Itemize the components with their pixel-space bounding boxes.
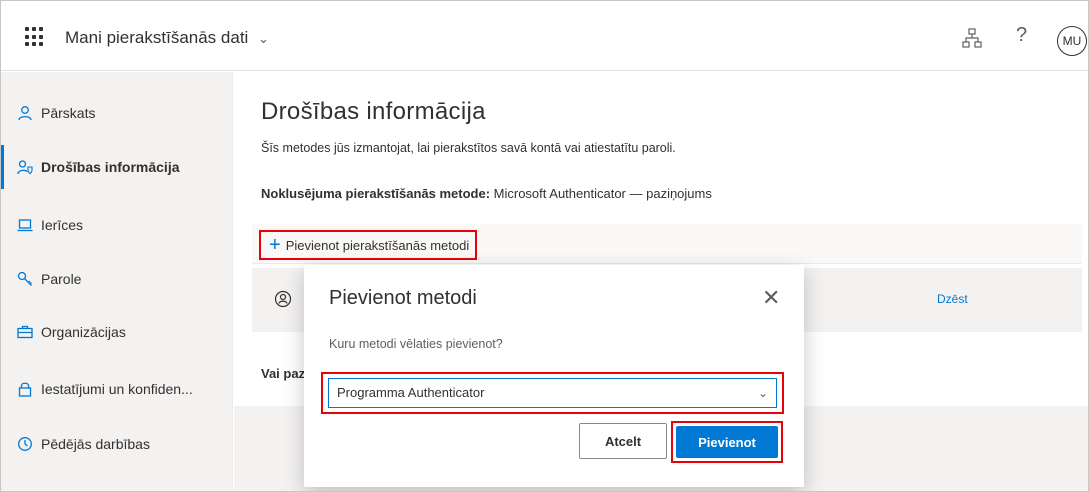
sidebar-item-security-info[interactable]: Drošības informācija <box>1 145 233 189</box>
app-launcher-icon[interactable] <box>25 27 45 47</box>
sidebar-item-organizations[interactable]: Organizācijas <box>1 310 233 354</box>
avatar[interactable]: MU <box>1057 26 1087 56</box>
sidebar-item-label: Parole <box>41 271 82 287</box>
add-method-row: + Pievienot pierakstīšanās metodi <box>252 224 1082 264</box>
add-method-button[interactable]: + Pievienot pierakstīšanās metodi <box>259 230 478 260</box>
sidebar-item-label: Iestatījumi un konfiden... <box>41 381 193 397</box>
delete-link[interactable]: Dzēst <box>937 292 968 306</box>
sidebar-item-label: Drošības informācija <box>41 159 180 175</box>
method-select[interactable]: Programma Authenticator ⌄ <box>328 378 777 408</box>
briefcase-icon <box>15 322 35 342</box>
sidebar-item-label: Pārskats <box>41 105 96 121</box>
sidebar: Pārskats Drošības informācija Ierīces Pa… <box>1 72 233 491</box>
default-method: Noklusējuma pierakstīšanās metode: Micro… <box>261 186 712 201</box>
method-select-highlight: Programma Authenticator ⌄ <box>321 372 784 414</box>
add-method-dialog: Pievienot metodi ✕ Kuru metodi vēlaties … <box>304 265 804 487</box>
lost-device-text: Vai paz <box>261 366 306 381</box>
page-title: Drošības informācija <box>261 98 486 125</box>
lock-icon <box>15 379 35 399</box>
page-description: Šīs metodes jūs izmantojat, lai pierakst… <box>261 141 676 155</box>
selected-option: Programma Authenticator <box>337 385 485 400</box>
person-icon <box>15 103 35 123</box>
chevron-down-icon[interactable]: ⌄ <box>258 31 269 47</box>
sidebar-item-label: Organizācijas <box>41 324 126 340</box>
add-button[interactable]: Pievienot <box>676 426 778 458</box>
history-icon <box>15 434 35 454</box>
default-method-value: Microsoft Authenticator — paziņojums <box>493 186 712 201</box>
sidebar-item-overview[interactable]: Pārskats <box>1 91 233 135</box>
dialog-question: Kuru metodi vēlaties pievienot? <box>329 337 503 351</box>
sidebar-item-label: Pēdējās darbības <box>41 436 150 452</box>
plus-icon: + <box>269 234 281 256</box>
sidebar-item-password[interactable]: Parole <box>1 257 233 301</box>
close-icon[interactable]: ✕ <box>762 287 780 309</box>
help-icon[interactable]: ? <box>1016 24 1027 47</box>
top-header: Mani pierakstīšanās dati ⌄ ? MU <box>1 9 1088 71</box>
dialog-title: Pievienot metodi <box>329 287 477 309</box>
app-title[interactable]: Mani pierakstīšanās dati <box>65 28 248 48</box>
security-info-icon <box>15 157 35 177</box>
chevron-down-icon: ⌄ <box>757 386 768 400</box>
authenticator-icon <box>274 290 292 308</box>
laptop-icon <box>15 215 35 235</box>
browser-frame: Mani pierakstīšanās dati ⌄ ? MU Pārskats… <box>0 0 1089 492</box>
sidebar-item-label: Ierīces <box>41 217 84 233</box>
add-method-label: Pievienot pierakstīšanās metodi <box>285 237 470 253</box>
default-method-label: Noklusējuma pierakstīšanās metode: <box>261 186 491 201</box>
sidebar-item-devices[interactable]: Ierīces <box>1 203 233 247</box>
key-icon <box>15 269 35 289</box>
sidebar-item-recent-activity[interactable]: Pēdējās darbības <box>1 422 233 466</box>
organization-icon[interactable] <box>961 27 983 49</box>
add-button-highlight: Pievienot <box>671 421 783 463</box>
sidebar-item-settings-privacy[interactable]: Iestatījumi un konfiden... <box>1 367 233 411</box>
cancel-button[interactable]: Atcelt <box>579 423 667 459</box>
